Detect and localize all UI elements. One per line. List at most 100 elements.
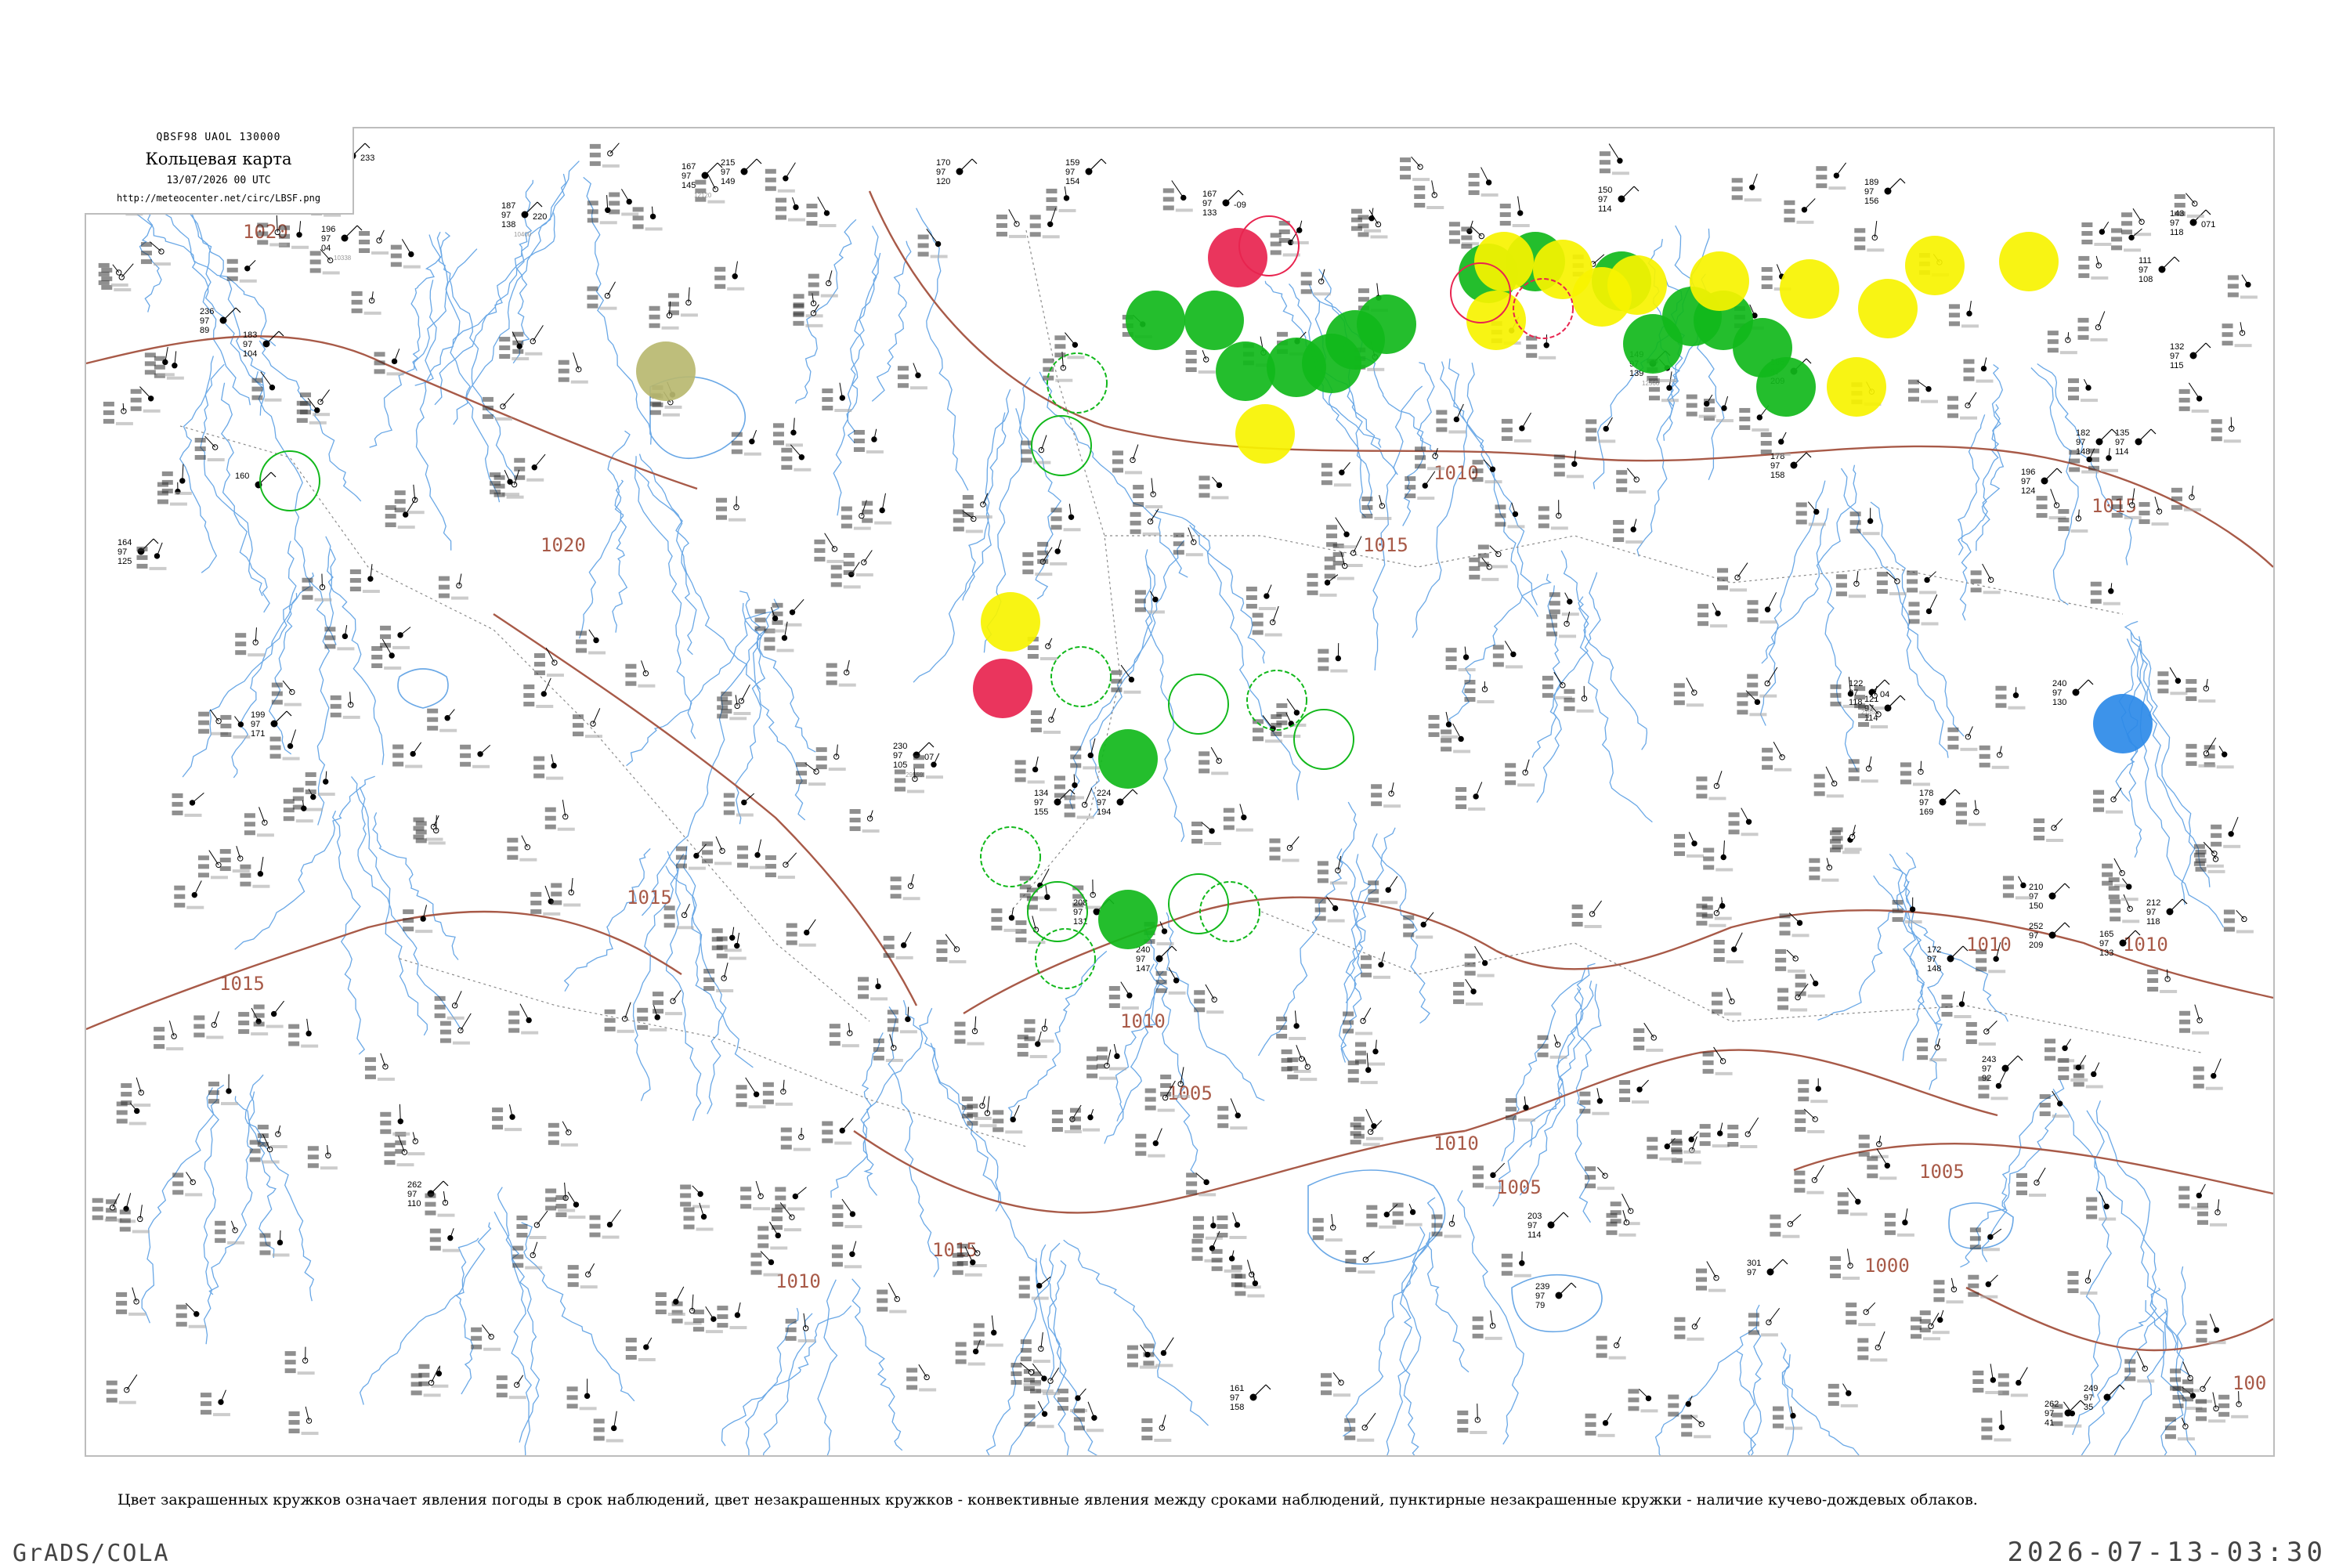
wind-barb xyxy=(1888,179,1900,191)
station-model: 16797133-09 xyxy=(1202,190,1246,218)
station-bottom: 125 xyxy=(118,557,132,566)
map-url[interactable]: http://meteocenter.net/circ/LBSF.png xyxy=(85,193,352,204)
river-line xyxy=(796,219,856,403)
station-bottom: 158 xyxy=(1770,471,1784,480)
background-station xyxy=(732,430,761,456)
isobar-line xyxy=(86,912,682,1029)
station-top: 165 xyxy=(2099,930,2113,939)
background-station xyxy=(2048,331,2077,354)
river-line xyxy=(1502,969,1585,1161)
background-station xyxy=(1585,1413,1615,1437)
border-line xyxy=(1104,536,2123,614)
river-line xyxy=(1871,502,1948,758)
river-line xyxy=(435,174,566,405)
station-top: 132 xyxy=(2170,342,2184,352)
station-top: 230 xyxy=(893,742,907,751)
background-station xyxy=(2078,256,2108,280)
isobar-label: 1005 xyxy=(1167,1082,1213,1104)
background-station xyxy=(2081,222,2111,246)
river-line xyxy=(255,371,336,645)
background-station xyxy=(664,904,694,929)
background-station xyxy=(1030,208,1060,238)
station-id: 10338 xyxy=(334,255,352,262)
river-line xyxy=(180,364,225,573)
wind-barb-feather xyxy=(1900,695,1905,700)
background-station xyxy=(1697,603,1727,627)
background-station xyxy=(1502,1252,1531,1277)
background-station xyxy=(1900,761,1930,786)
background-station xyxy=(516,1211,548,1239)
background-station xyxy=(2179,1005,2209,1035)
background-station xyxy=(1947,726,1977,750)
background-station xyxy=(172,1172,202,1196)
wind-barb xyxy=(1559,1283,1571,1295)
background-station xyxy=(991,908,1021,932)
background-station xyxy=(854,429,884,453)
background-station xyxy=(1979,746,2009,769)
isobar-label: 1010 xyxy=(1966,934,2012,956)
background-station xyxy=(2093,788,2123,814)
isobar-label: 1010 xyxy=(2123,934,2168,956)
background-station xyxy=(1135,590,1165,613)
wind-barb xyxy=(1253,1385,1266,1397)
station-bottom: 124 xyxy=(2021,486,2035,496)
shower-filled-circle xyxy=(1780,259,1839,319)
background-station xyxy=(285,1347,315,1375)
station-mid: 97 xyxy=(1770,461,1780,471)
background-station xyxy=(1748,1308,1780,1336)
station-mid: 97 xyxy=(2146,908,2156,917)
station-top: 182 xyxy=(2076,428,2090,438)
background-station xyxy=(131,387,161,413)
station-bottom: 133 xyxy=(2099,948,2113,958)
background-station xyxy=(2102,858,2131,887)
background-station xyxy=(310,249,340,274)
background-station xyxy=(776,197,805,222)
station-top: 111 xyxy=(2138,256,2152,266)
station-right: 220 xyxy=(533,212,547,222)
background-station xyxy=(2067,1270,2097,1295)
background-station xyxy=(1074,1402,1104,1432)
background-station xyxy=(757,1222,787,1249)
wind-barb-feather xyxy=(1133,789,1137,794)
background-station xyxy=(289,1407,319,1435)
background-station xyxy=(1455,782,1485,811)
station-mid: 97 xyxy=(721,168,730,177)
background-station xyxy=(822,383,851,412)
background-station xyxy=(1770,1214,1801,1237)
station-top: 159 xyxy=(1065,158,1079,168)
station-mid: 97 xyxy=(2115,438,2124,447)
shower-filled-circle xyxy=(1235,404,1295,464)
wind-barb-feather xyxy=(287,711,291,716)
background-station xyxy=(201,1390,230,1416)
river-line xyxy=(1365,1232,1430,1455)
background-station xyxy=(1828,1384,1858,1407)
storm-filled-circle xyxy=(973,659,1032,718)
station-top: 301 xyxy=(1747,1259,1761,1268)
station-bottom: 89 xyxy=(200,326,209,335)
station-bottom: 155 xyxy=(1034,807,1048,817)
background-station xyxy=(2193,1059,2223,1090)
background-station xyxy=(176,1303,206,1328)
background-station xyxy=(1773,1407,1802,1430)
station-top: 170 xyxy=(936,158,950,168)
station-mid: 97 xyxy=(407,1190,417,1199)
river-line xyxy=(1190,525,1300,800)
station-bottom: 115 xyxy=(2170,361,2184,370)
rain-filled-circle xyxy=(1756,357,1816,417)
background-station xyxy=(508,1004,538,1035)
background-station xyxy=(254,1001,284,1028)
background-station xyxy=(2197,1199,2227,1227)
background-station xyxy=(512,325,543,355)
background-station xyxy=(2179,383,2209,413)
background-station xyxy=(1867,1149,1896,1180)
background-station xyxy=(1564,686,1593,713)
background-station xyxy=(1070,1108,1100,1132)
station-mid: 97 xyxy=(321,234,331,244)
station-bottom: 118 xyxy=(2170,228,2184,237)
background-station xyxy=(2016,1168,2046,1197)
background-station xyxy=(512,1242,542,1270)
wind-barb xyxy=(2138,429,2151,442)
legend-note: Цвет закрашенных кружков означает явлени… xyxy=(118,1491,2272,1508)
background-station xyxy=(2170,1362,2200,1393)
background-station xyxy=(1025,1401,1054,1428)
